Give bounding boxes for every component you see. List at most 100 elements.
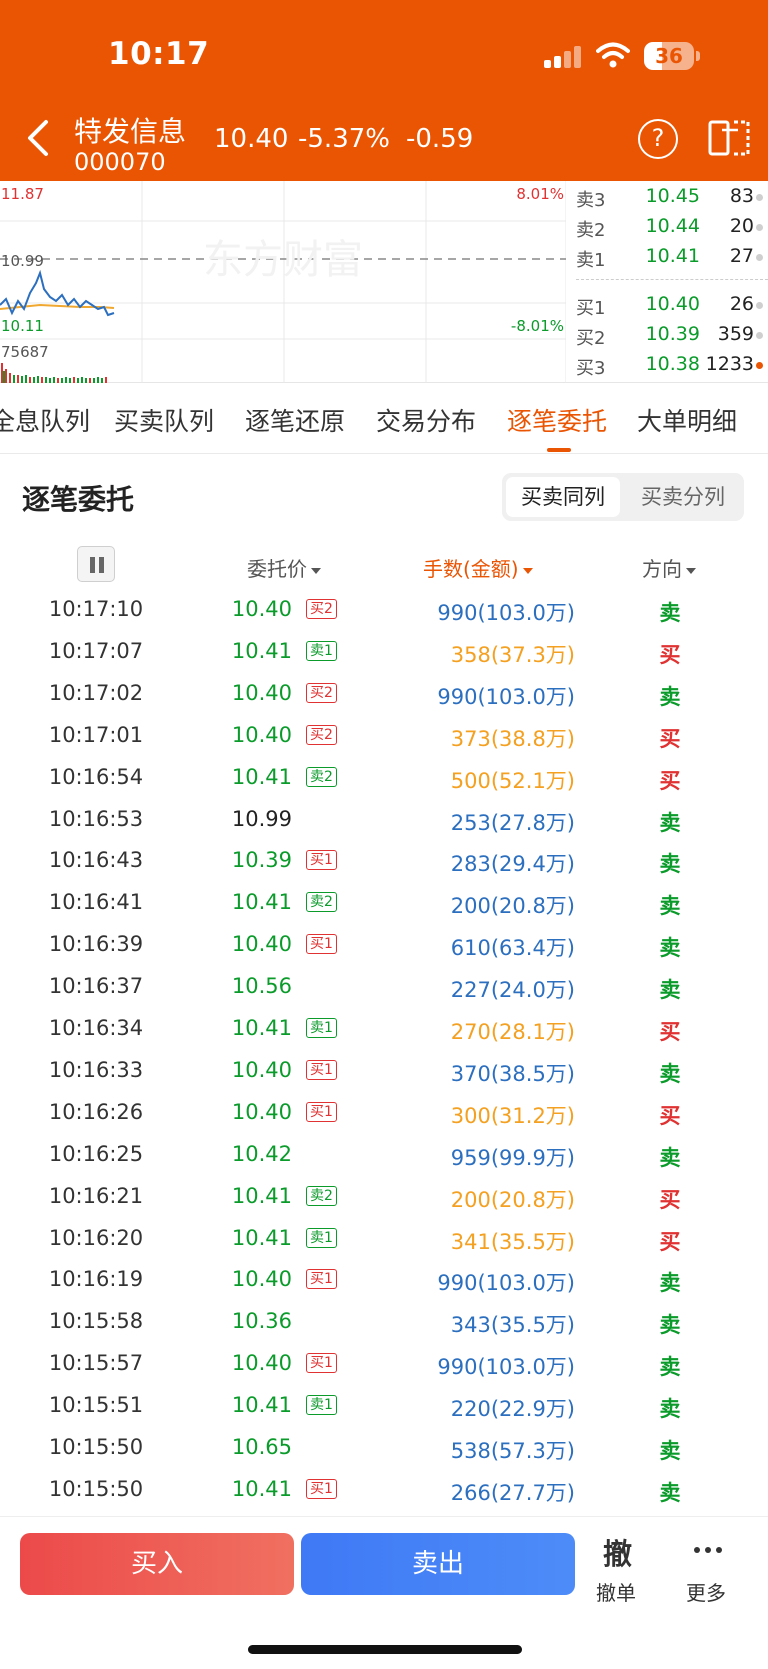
queue-level-badge: 买1 (306, 934, 337, 955)
column-header-price[interactable]: 委托价 (247, 553, 321, 582)
order-row[interactable]: 10:16:43 10.39 买1 283(29.4万) 卖 (0, 839, 768, 881)
order-price: 10.99 (231, 806, 292, 831)
tab-order-by-order[interactable]: 逐笔委托 (507, 402, 607, 438)
order-time: 10:17:01 (48, 722, 144, 747)
order-price: 10.41 (231, 1393, 292, 1418)
column-header-direction[interactable]: 方向 (642, 553, 696, 582)
order-time: 10:16:37 (48, 974, 144, 999)
section-title: 逐笔委托 (22, 483, 135, 516)
order-row[interactable]: 10:17:07 10.41 卖1 358(37.3万) 买 (0, 630, 768, 672)
order-row[interactable]: 10:15:58 10.36 343(35.5万) 卖 (0, 1300, 768, 1342)
more-dots-icon[interactable] (694, 1547, 722, 1553)
order-row[interactable]: 10:16:26 10.40 买1 300(31.2万) 买 (0, 1091, 768, 1133)
order-row[interactable]: 10:16:41 10.41 卖2 200(20.8万) 卖 (0, 881, 768, 923)
battery-indicator: 36 (644, 42, 700, 70)
order-row[interactable]: 10:17:02 10.40 买2 990(103.0万) 卖 (0, 672, 768, 714)
order-direction: 卖 (659, 978, 681, 1003)
same-column-option[interactable]: 买卖同列 (506, 477, 620, 517)
order-price: 10.65 (231, 1435, 292, 1459)
order-volume: 500(52.1万) (450, 768, 575, 793)
sell-button[interactable]: 卖出 (301, 1533, 575, 1595)
intraday-chart-panel[interactable]: 东方财富 11.87 10.99 10.11 75687 8.01% -8.01… (0, 181, 768, 383)
order-row[interactable]: 10:17:10 10.40 买2 990(103.0万) 卖 (0, 588, 768, 630)
order-row[interactable]: 10:16:25 10.42 959(99.9万) 卖 (0, 1133, 768, 1175)
order-row[interactable]: 10:16:33 10.40 买1 370(38.5万) 卖 (0, 1049, 768, 1091)
order-row[interactable]: 10:17:01 10.40 买2 373(38.8万) 买 (0, 714, 768, 756)
order-row[interactable]: 10:16:53 10.99 253(27.8万) 卖 (0, 798, 768, 840)
cancel-order-button[interactable]: 撤单 (596, 1577, 636, 1606)
order-direction: 卖 (659, 684, 681, 709)
screen-layout-icon[interactable] (708, 118, 752, 158)
order-price: 10.36 (231, 1309, 292, 1334)
sort-caret-icon (311, 567, 321, 574)
queue-level-badge: 卖2 (306, 1185, 337, 1206)
more-button[interactable]: 更多 (686, 1577, 726, 1606)
back-chevron-icon[interactable] (22, 116, 54, 160)
order-row[interactable]: 10:16:21 10.41 卖2 200(20.8万) 买 (0, 1175, 768, 1217)
bid-row[interactable]: 买1 10.40 26 (576, 289, 768, 319)
stock-name[interactable]: 特发信息 (74, 110, 186, 150)
order-volume: 200(20.8万) (450, 1187, 575, 1212)
order-price: 10.40 (231, 1267, 292, 1292)
order-time: 10:15:50 (48, 1435, 144, 1459)
order-row[interactable]: 10:16:20 10.41 卖1 341(35.5万) 买 (0, 1217, 768, 1259)
order-direction: 卖 (659, 1313, 681, 1338)
order-time: 10:16:21 (48, 1183, 144, 1208)
order-time: 10:16:19 (48, 1267, 144, 1292)
order-volume: 300(31.2万) (450, 1103, 575, 1128)
tab-buy-sell-queue[interactable]: 买卖队列 (114, 402, 214, 438)
chart-prev-close-label: 10.99 (1, 252, 44, 270)
order-price: 10.40 (231, 597, 292, 621)
stock-code: 000070 (74, 148, 166, 176)
order-price: 10.40 (231, 1099, 292, 1124)
pause-icon[interactable] (77, 546, 115, 582)
order-time: 10:16:54 (48, 764, 144, 789)
order-row[interactable]: 10:15:50 10.65 538(57.3万) 卖 (0, 1426, 768, 1468)
order-row[interactable]: 10:15:50 10.41 买1 266(27.7万) 卖 (0, 1468, 768, 1510)
ask-row[interactable]: 卖2 10.44 20 (576, 211, 768, 241)
view-mode-toggle[interactable]: 买卖同列 买卖分列 (502, 473, 744, 521)
chart-low-label: 10.11 (1, 317, 44, 335)
order-price: 10.39 (231, 848, 292, 873)
order-book-divider (576, 279, 768, 280)
queue-level-badge: 买1 (306, 1269, 337, 1290)
order-time: 10:15:51 (48, 1393, 144, 1418)
bid-row[interactable]: 买2 10.39 359 (576, 319, 768, 349)
ask-row[interactable]: 卖3 10.45 83 (576, 181, 768, 211)
order-time: 10:16:43 (48, 848, 144, 873)
order-direction: 买 (659, 1020, 681, 1044)
chart-pct-down-label: -8.01% (511, 317, 564, 335)
order-volume: 610(63.4万) (450, 936, 575, 961)
order-row[interactable]: 10:16:37 10.56 227(24.0万) 卖 (0, 965, 768, 1007)
stock-change: -0.59 (406, 124, 474, 154)
tab-tick-restore[interactable]: 逐笔还原 (245, 402, 345, 438)
tab-full-queue[interactable]: 全息队列 (0, 402, 90, 438)
buy-button[interactable]: 买入 (20, 1533, 294, 1595)
detail-tab-bar[interactable]: 全息队列 买卖队列 逐笔还原 交易分布 逐笔委托 大单明细 (0, 384, 768, 454)
column-header-volume[interactable]: 手数(金额) (423, 553, 533, 582)
order-volume: 227(24.0万) (450, 978, 575, 1003)
order-list[interactable]: 10:17:10 10.40 买2 990(103.0万) 卖 10:17:07 10.41… (0, 588, 768, 1516)
order-row[interactable]: 10:16:19 10.40 买1 990(103.0万) 卖 (0, 1258, 768, 1300)
help-icon[interactable]: ? (638, 119, 678, 159)
order-row[interactable]: 10:16:39 10.40 买1 610(63.4万) 卖 (0, 923, 768, 965)
home-indicator (248, 1645, 522, 1654)
order-row[interactable]: 10:15:51 10.41 卖1 220(22.9万) 卖 (0, 1384, 768, 1426)
split-column-option[interactable]: 买卖分列 (626, 477, 740, 517)
queue-level-badge: 买2 (306, 682, 337, 703)
order-direction: 卖 (659, 1439, 681, 1463)
cancel-order-icon[interactable]: 撤 (603, 1531, 632, 1573)
ask-row[interactable]: 卖1 10.41 27 (576, 241, 768, 271)
order-volume: 370(38.5万) (450, 1061, 575, 1086)
order-direction: 买 (659, 642, 681, 667)
order-direction: 卖 (659, 1145, 681, 1170)
intraday-chart[interactable]: 东方财富 11.87 10.99 10.11 75687 8.01% -8.01… (0, 181, 566, 383)
queue-level-badge: 买1 (306, 1059, 337, 1080)
order-row[interactable]: 10:16:54 10.41 卖2 500(52.1万) 买 (0, 756, 768, 798)
tab-trade-distribution[interactable]: 交易分布 (376, 402, 476, 438)
tab-large-order-detail[interactable]: 大单明细 (637, 402, 737, 438)
order-time: 10:16:25 (48, 1141, 144, 1166)
order-row[interactable]: 10:15:57 10.40 买1 990(103.0万) 卖 (0, 1342, 768, 1384)
bid-row[interactable]: 买3 10.38 1233 (576, 349, 768, 379)
order-row[interactable]: 10:16:34 10.41 卖1 270(28.1万) 买 (0, 1007, 768, 1049)
